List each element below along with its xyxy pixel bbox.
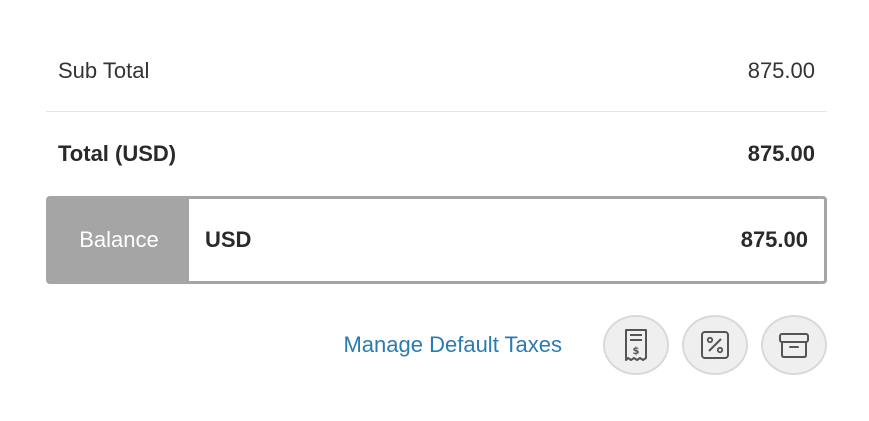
total-label: Total (USD) — [58, 141, 177, 166]
total-row: Total (USD) 875.00 — [46, 112, 827, 196]
subtotal-row: Sub Total 875.00 — [46, 30, 827, 112]
balance-currency: USD — [205, 227, 252, 252]
subtotal-label: Sub Total — [58, 57, 150, 83]
manage-default-taxes-link[interactable]: Manage Default Taxes — [343, 332, 562, 358]
svg-text:$: $ — [633, 346, 640, 357]
invoice-summary: Sub Total 875.00 Total (USD) 875.00 Bala… — [46, 30, 827, 284]
archive-box-icon — [778, 331, 810, 359]
balance-box: Balance USD 875.00 — [46, 196, 827, 284]
discount-button[interactable] — [682, 315, 748, 375]
total-value: 875.00 — [747, 141, 815, 166]
balance-content: USD 875.00 — [189, 199, 824, 281]
summary-actions: Manage Default Taxes $ — [46, 314, 827, 376]
receipt-button[interactable]: $ — [603, 315, 669, 375]
subtotal-value: 875.00 — [747, 57, 815, 83]
balance-label: Balance — [49, 199, 189, 281]
balance-amount: 875.00 — [740, 227, 808, 252]
percent-icon — [700, 330, 730, 360]
receipt-icon: $ — [622, 328, 650, 362]
archive-button[interactable] — [761, 315, 827, 375]
